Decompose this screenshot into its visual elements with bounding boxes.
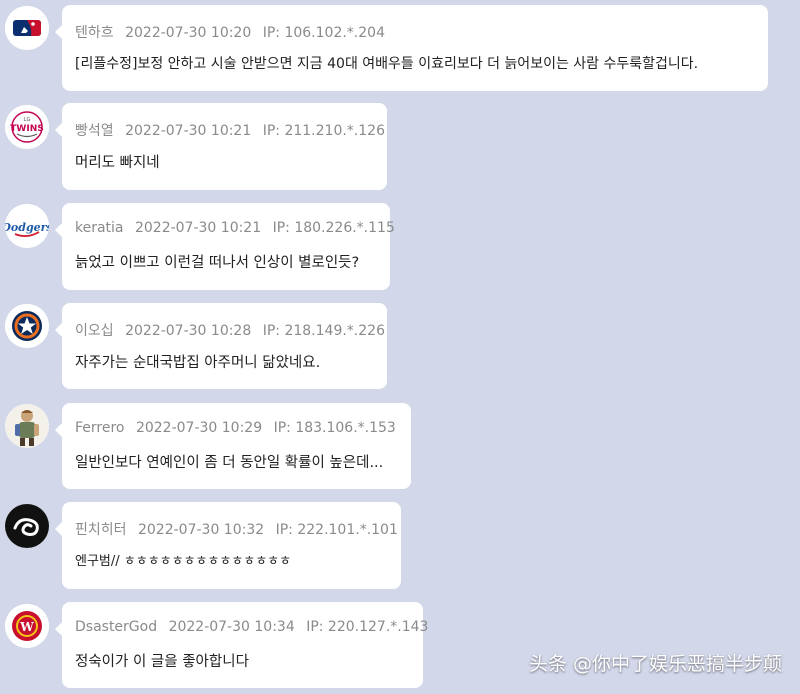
comment-bubble: 빵석열 2022-07-30 10:21 IP: 211.210.*.126 머… bbox=[55, 103, 387, 190]
mlb-logo-icon[interactable] bbox=[5, 6, 49, 50]
comment-item: LG TWINS 빵석열 2022-07-30 10:21 IP: 211.21… bbox=[0, 99, 800, 195]
comment-date: 2022-07-30 10:32 bbox=[137, 522, 265, 538]
comment-ip: IP: 106.102.*.204 bbox=[262, 25, 385, 41]
comment-meta: DsasterGod 2022-07-30 10:34 IP: 220.127.… bbox=[75, 619, 435, 635]
comment-bubble: 이오십 2022-07-30 10:28 IP: 218.149.*.226 자… bbox=[55, 303, 387, 389]
comment-text: 정숙이가 이 글을 좋아합니다 bbox=[75, 654, 249, 670]
comment-ip: IP: 180.226.*.115 bbox=[272, 220, 395, 236]
comment-meta: 텐하흐 2022-07-30 10:20 IP: 106.102.*.204 bbox=[75, 22, 392, 42]
comment-date: 2022-07-30 10:29 bbox=[135, 420, 263, 436]
comment-ip: IP: 218.149.*.226 bbox=[262, 323, 385, 339]
comment-author[interactable]: DsasterGod bbox=[75, 619, 157, 635]
comment-text: 엔구범// ㅎㅎㅎㅎㅎㅎㅎㅎㅎㅎㅎㅎㅎㅎ bbox=[75, 554, 292, 569]
comment-author[interactable]: 핀치히터 bbox=[75, 522, 127, 538]
comment-author[interactable]: keratia bbox=[75, 220, 124, 236]
comment-author[interactable]: 빵석열 bbox=[75, 123, 114, 139]
svg-text:W: W bbox=[19, 620, 34, 634]
comment-author[interactable]: Ferrero bbox=[75, 420, 125, 436]
comment-date: 2022-07-30 10:20 bbox=[125, 25, 252, 41]
comment-meta: 핀치히터 2022-07-30 10:32 IP: 222.101.*.101 bbox=[75, 519, 405, 539]
comment-bubble: keratia 2022-07-30 10:21 IP: 180.226.*.1… bbox=[55, 203, 395, 290]
comment-text: 머리도 빠지네 bbox=[75, 155, 160, 171]
comment-author[interactable]: 텐하흐 bbox=[75, 25, 114, 41]
comment-item: Ferrero 2022-07-30 10:29 IP: 183.106.*.1… bbox=[0, 398, 800, 494]
comment-item: Dodgers keratia 2022-07-30 10:21 IP: 180… bbox=[0, 198, 800, 294]
comment-ip: IP: 183.106.*.153 bbox=[273, 420, 396, 436]
character-avatar-icon[interactable] bbox=[5, 404, 49, 448]
comment-bubble: 텐하흐 2022-07-30 10:20 IP: 106.102.*.204 [… bbox=[55, 5, 768, 91]
comment-item: W DsasterGod 2022-07-30 10:34 IP: 220.12… bbox=[0, 598, 800, 694]
comment-feed: 텐하흐 2022-07-30 10:20 IP: 106.102.*.204 [… bbox=[0, 0, 800, 692]
comment-text: 자주가는 순대국밥집 아주머니 닮았네요. bbox=[75, 355, 321, 371]
comment-bubble: DsasterGod 2022-07-30 10:34 IP: 220.127.… bbox=[55, 602, 428, 688]
comment-date: 2022-07-30 10:21 bbox=[134, 220, 262, 236]
svg-text:TWINS: TWINS bbox=[10, 124, 43, 134]
comment-bubble: Ferrero 2022-07-30 10:29 IP: 183.106.*.1… bbox=[55, 403, 411, 489]
watermark: 头条 @你中了娱乐恶搞半步颠 bbox=[528, 653, 782, 675]
comment-meta: 이오십 2022-07-30 10:28 IP: 218.149.*.226 bbox=[75, 320, 392, 340]
comment-bubble: 핀치히터 2022-07-30 10:32 IP: 222.101.*.101 … bbox=[55, 502, 401, 589]
svg-text:LG: LG bbox=[24, 117, 31, 123]
comment-text: [리플수정]보정 안하고 시술 안받으면 지금 40대 여배우들 이효리보다 더… bbox=[75, 56, 699, 72]
comment-item: 핀치히터 2022-07-30 10:32 IP: 222.101.*.101 … bbox=[0, 498, 800, 594]
twins-logo-icon[interactable]: LG TWINS bbox=[5, 105, 49, 149]
astros-logo-icon[interactable] bbox=[5, 304, 49, 348]
comment-meta: Ferrero 2022-07-30 10:29 IP: 183.106.*.1… bbox=[75, 420, 403, 436]
comment-text: 늙었고 이쁘고 이런걸 떠나서 인상이 별로인듯? bbox=[75, 255, 360, 271]
comment-meta: 빵석열 2022-07-30 10:21 IP: 211.210.*.126 bbox=[75, 120, 392, 140]
black-swirl-logo-icon[interactable] bbox=[5, 504, 49, 548]
comment-author[interactable]: 이오십 bbox=[75, 323, 114, 339]
comment-date: 2022-07-30 10:21 bbox=[125, 123, 252, 139]
comment-date: 2022-07-30 10:34 bbox=[168, 619, 295, 635]
svg-text:Dodgers: Dodgers bbox=[5, 221, 49, 234]
comment-item: 이오십 2022-07-30 10:28 IP: 218.149.*.226 자… bbox=[0, 298, 800, 394]
red-w-logo-icon[interactable]: W bbox=[5, 604, 49, 648]
comment-item: 텐하흐 2022-07-30 10:20 IP: 106.102.*.204 [… bbox=[0, 0, 800, 96]
comment-ip: IP: 220.127.*.143 bbox=[306, 619, 429, 635]
comment-ip: IP: 211.210.*.126 bbox=[262, 123, 385, 139]
dodgers-logo-icon[interactable]: Dodgers bbox=[5, 204, 49, 248]
comment-date: 2022-07-30 10:28 bbox=[125, 323, 252, 339]
comment-meta: keratia 2022-07-30 10:21 IP: 180.226.*.1… bbox=[75, 220, 402, 236]
comment-ip: IP: 222.101.*.101 bbox=[275, 522, 398, 538]
comment-text: 일반인보다 연예인이 좀 더 동안일 확률이 높은데... bbox=[75, 455, 384, 471]
